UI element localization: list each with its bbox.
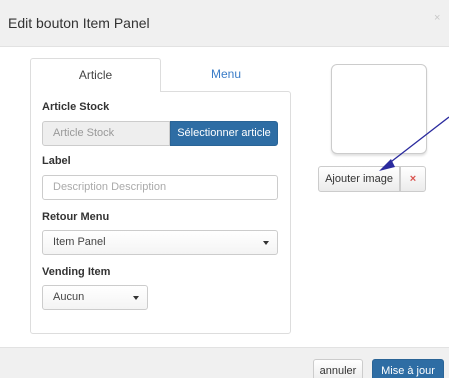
update-button[interactable]: Mise à jour [372,359,444,378]
close-icon[interactable]: × [434,12,440,24]
select-article-button[interactable]: Sélectionner article [170,121,278,146]
retour-menu-select[interactable]: Item Panel [42,230,278,255]
modal-header: Edit bouton Item Panel × [0,0,449,47]
vending-item-selected: Aucun [53,291,85,303]
chevron-down-icon [133,296,139,300]
vending-item-label: Vending Item [42,266,111,278]
chevron-down-icon [263,241,269,245]
article-stock-input[interactable]: Article Stock [42,121,170,146]
retour-menu-selected: Item Panel [53,236,106,248]
article-stock-label: Article Stock [42,101,110,113]
tab-menu[interactable]: Menu [161,58,291,92]
image-preview [331,64,427,154]
label-field-label: Label [42,155,71,167]
tab-article[interactable]: Article [30,58,161,92]
tab-bar: Article Menu [30,58,291,92]
vending-item-select[interactable]: Aucun [42,285,148,310]
modal-title: Edit bouton Item Panel [8,15,150,31]
add-image-button[interactable]: Ajouter image [318,166,400,192]
cancel-button[interactable]: annuler [313,359,363,378]
retour-menu-label: Retour Menu [42,211,110,223]
label-input[interactable]: Description Description [42,175,278,200]
remove-image-button[interactable]: × [400,166,426,192]
